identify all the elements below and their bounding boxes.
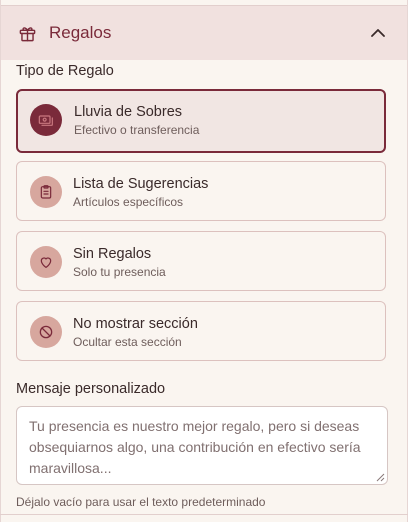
option-name: No mostrar sección bbox=[73, 316, 198, 332]
custom-message-label: Mensaje personalizado bbox=[16, 381, 166, 397]
chevron-up-icon[interactable] bbox=[370, 26, 386, 40]
section-title: Regalos bbox=[49, 23, 112, 42]
gift-type-label: Tipo de Regalo bbox=[16, 63, 114, 79]
option-description: Solo tu presencia bbox=[73, 265, 166, 279]
ban-icon bbox=[30, 316, 62, 348]
option-description: Artículos específicos bbox=[73, 195, 184, 209]
custom-message-textarea[interactable]: Tu presencia es nuestro mejor regalo, pe… bbox=[16, 406, 388, 485]
left-border bbox=[0, 0, 1, 522]
option-lluvia-de-sobres[interactable]: Lluvia de Sobres Efectivo o transferenci… bbox=[16, 89, 386, 153]
money-icon bbox=[30, 104, 62, 136]
gift-icon bbox=[19, 27, 36, 42]
heart-icon bbox=[30, 246, 62, 278]
option-description: Ocultar esta sección bbox=[73, 335, 182, 349]
help-text: Déjalo vacío para usar el texto predeter… bbox=[16, 495, 266, 509]
textarea-placeholder: Tu presencia es nuestro mejor regalo, pe… bbox=[29, 418, 361, 476]
bottom-border bbox=[0, 514, 408, 515]
section-header-regalos[interactable]: Regalos bbox=[1, 6, 407, 60]
option-name: Sin Regalos bbox=[73, 246, 152, 262]
option-sin-regalos[interactable]: Sin Regalos Solo tu presencia bbox=[16, 231, 386, 291]
option-lista-de-sugerencias[interactable]: Lista de Sugerencias Artículos específic… bbox=[16, 161, 386, 221]
option-name: Lluvia de Sobres bbox=[74, 104, 183, 120]
option-name: Lista de Sugerencias bbox=[73, 176, 209, 192]
resize-handle-icon[interactable] bbox=[376, 473, 385, 482]
clipboard-icon bbox=[30, 176, 62, 208]
option-description: Efectivo o transferencia bbox=[74, 123, 200, 137]
option-no-mostrar-seccion[interactable]: No mostrar sección Ocultar esta sección bbox=[16, 301, 386, 361]
